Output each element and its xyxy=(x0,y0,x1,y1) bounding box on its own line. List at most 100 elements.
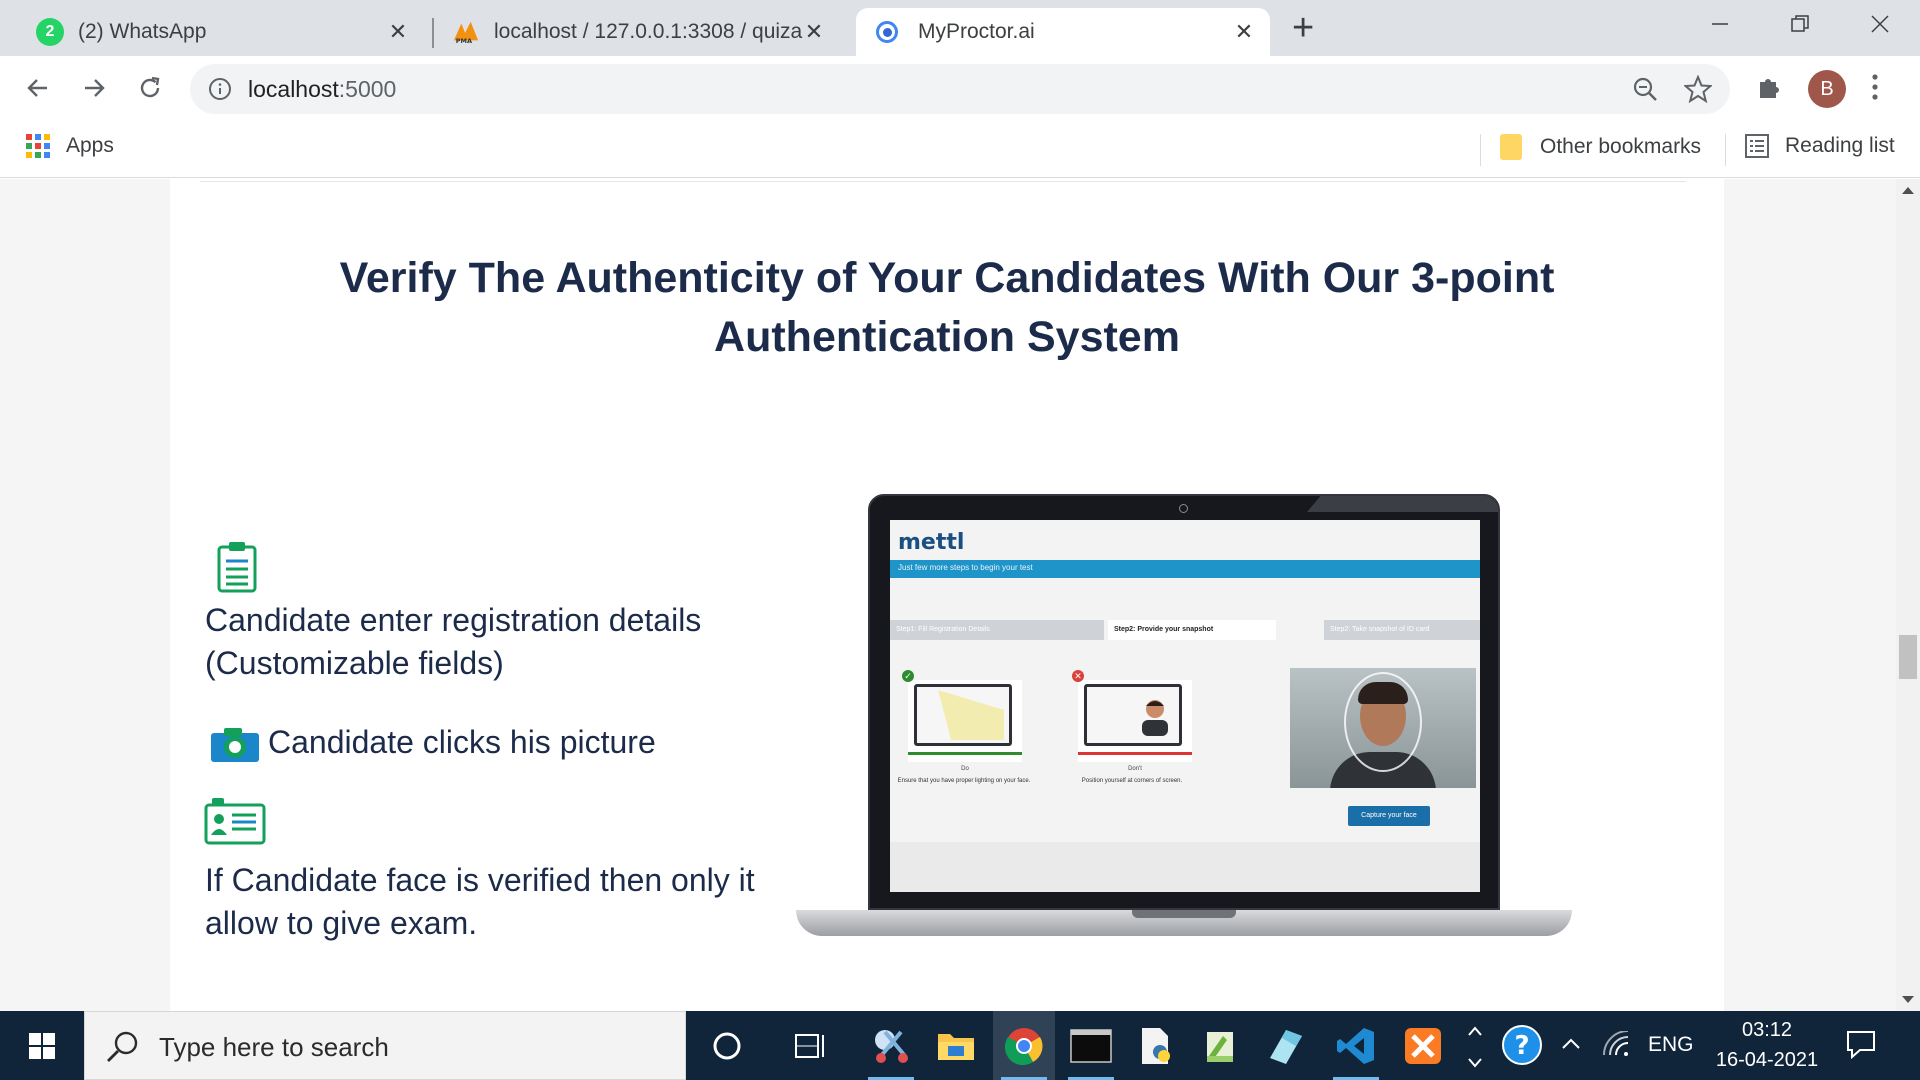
taskbar-scroll-icon[interactable] xyxy=(1462,1017,1488,1075)
headline-line-2: Authentication System xyxy=(714,313,1180,361)
tab-separator xyxy=(432,18,434,48)
extensions-puzzle-icon[interactable] xyxy=(1754,72,1784,102)
minimize-icon xyxy=(1712,23,1728,25)
page-viewport: Verify The Authenticity of Your Candidat… xyxy=(0,179,1896,1011)
id-card-icon xyxy=(204,798,266,845)
restore-icon xyxy=(1791,15,1809,32)
terminal-icon xyxy=(1070,1028,1112,1063)
reload-icon xyxy=(140,76,160,98)
step-snapshot: Step2: Provide your snapshot xyxy=(1108,620,1276,640)
reading-list[interactable]: Reading list xyxy=(1745,134,1895,158)
address-bar[interactable]: localhost:5000 xyxy=(190,64,1730,114)
tab-whatsapp[interactable]: 2 (2) WhatsApp ✕ xyxy=(24,8,424,56)
dont-caption: Position yourself at corners of screen. xyxy=(1081,778,1183,784)
svg-text:?: ? xyxy=(1514,1031,1529,1061)
scroll-down-arrow-icon[interactable] xyxy=(1902,996,1914,1003)
taskbar-app-python-file[interactable] xyxy=(1125,1011,1187,1080)
search-icon xyxy=(107,1031,138,1062)
restore-button[interactable] xyxy=(1770,4,1830,44)
browser-toolbar: localhost:5000 B xyxy=(0,56,1920,122)
clock-date[interactable]: 16-04-2021 xyxy=(1712,1049,1822,1072)
taskbar-app-xampp[interactable] xyxy=(1392,1011,1454,1080)
whatsapp-icon: 2 xyxy=(36,18,64,46)
python-file-icon xyxy=(1142,1027,1170,1064)
person-icon xyxy=(1142,700,1168,736)
scroll-up-arrow-icon[interactable] xyxy=(1902,187,1914,194)
chrome-icon xyxy=(1004,1027,1043,1065)
taskbar-app-vscode[interactable] xyxy=(1325,1011,1387,1080)
feature-text: allow to give exam. xyxy=(205,905,478,941)
myproctor-icon xyxy=(876,21,898,43)
notepad-icon xyxy=(1207,1031,1233,1062)
start-button[interactable] xyxy=(0,1011,84,1080)
feature-picture: Candidate clicks his picture xyxy=(268,721,656,764)
bookmarks-divider xyxy=(1725,134,1726,166)
new-tab-button[interactable]: + xyxy=(1292,9,1314,47)
tab-myproctor[interactable]: MyProctor.ai ✕ xyxy=(856,8,1270,56)
wifi-icon[interactable] xyxy=(1602,1031,1632,1057)
close-icon xyxy=(1871,15,1889,33)
page-scrollbar[interactable] xyxy=(1896,179,1920,1011)
close-tab-icon[interactable]: ✕ xyxy=(802,20,826,44)
url-text[interactable]: localhost:5000 xyxy=(248,76,396,103)
info-icon[interactable] xyxy=(208,77,232,101)
cortana-button[interactable] xyxy=(696,1011,758,1080)
laptop-lid: mettl Just few more steps to begin your … xyxy=(868,494,1500,910)
kebab-menu-icon[interactable] xyxy=(1870,72,1880,102)
apps-grid-icon xyxy=(26,134,50,158)
bookmarks-divider xyxy=(1480,134,1481,166)
feature-text: Candidate clicks his picture xyxy=(268,724,656,760)
feature-text: (Customizable fields) xyxy=(205,645,504,681)
windows-taskbar: Type here to search ? ENG 03:12 16-04-20… xyxy=(0,1011,1920,1080)
zoom-icon[interactable] xyxy=(1632,76,1658,102)
screen-footer xyxy=(890,842,1480,892)
reload-button[interactable] xyxy=(130,68,170,108)
taskbar-app-chrome[interactable] xyxy=(993,1011,1055,1080)
forward-button[interactable] xyxy=(74,68,114,108)
taskbar-app-explorer[interactable] xyxy=(925,1011,987,1080)
back-button[interactable] xyxy=(18,68,58,108)
webcam-dot xyxy=(1179,504,1188,513)
taskbar-app-snipping[interactable] xyxy=(860,1011,922,1080)
notification-center-icon[interactable] xyxy=(1846,1029,1876,1059)
taskbar-app-terminal[interactable] xyxy=(1060,1011,1122,1080)
laptop-illustration: mettl Just few more steps to begin your … xyxy=(796,494,1648,1011)
close-window-button[interactable] xyxy=(1850,4,1910,44)
banner-text: Just few more steps to begin your test xyxy=(898,563,1033,572)
clock-time[interactable]: 03:12 xyxy=(1712,1019,1822,1042)
status-line xyxy=(908,752,1022,755)
feature-text: If Candidate face is verified then only … xyxy=(205,862,755,898)
scrollbar-thumb[interactable] xyxy=(1899,635,1917,679)
face-photo xyxy=(1290,668,1476,788)
vscode-icon xyxy=(1337,1027,1374,1064)
folder-icon xyxy=(1500,134,1522,160)
close-tab-icon[interactable]: ✕ xyxy=(386,20,410,44)
bookmark-star-icon[interactable] xyxy=(1684,75,1712,103)
laptop-notch xyxy=(1132,910,1236,918)
task-view-icon xyxy=(795,1033,824,1058)
show-hidden-icons-icon[interactable] xyxy=(1560,1033,1582,1055)
feature-text: Candidate enter registration details xyxy=(205,602,702,638)
taskbar-app-notes[interactable] xyxy=(1255,1011,1317,1080)
headline-line-1: Verify The Authenticity of Your Candidat… xyxy=(339,254,1555,302)
reading-list-label: Reading list xyxy=(1785,134,1895,157)
capture-face-button: Capture your face xyxy=(1348,806,1430,826)
minimize-button[interactable] xyxy=(1690,4,1750,44)
task-view-button[interactable] xyxy=(780,1011,842,1080)
other-bookmarks-label: Other bookmarks xyxy=(1540,135,1702,158)
taskbar-search[interactable]: Type here to search xyxy=(84,1011,686,1080)
apps-shortcut[interactable]: Apps xyxy=(26,134,114,158)
help-question-icon[interactable]: ? xyxy=(1500,1023,1544,1067)
tab-phpmyadmin[interactable]: PMA localhost / 127.0.0.1:3308 / quiza ✕ xyxy=(440,8,840,56)
laptop-screen: mettl Just few more steps to begin your … xyxy=(890,520,1480,892)
language-indicator[interactable]: ENG xyxy=(1648,1033,1694,1057)
search-placeholder: Type here to search xyxy=(159,1032,389,1062)
mettl-banner: Just few more steps to begin your test xyxy=(890,560,1480,578)
profile-avatar[interactable]: B xyxy=(1808,70,1846,108)
tab-title: localhost / 127.0.0.1:3308 / quiza xyxy=(494,20,803,43)
other-bookmarks[interactable]: Other bookmarks xyxy=(1500,134,1701,160)
page-headline: Verify The Authenticity of Your Candidat… xyxy=(300,249,1594,367)
url-host: localhost xyxy=(248,76,339,102)
taskbar-app-notepad[interactable] xyxy=(1190,1011,1252,1080)
close-tab-icon[interactable]: ✕ xyxy=(1232,20,1256,44)
